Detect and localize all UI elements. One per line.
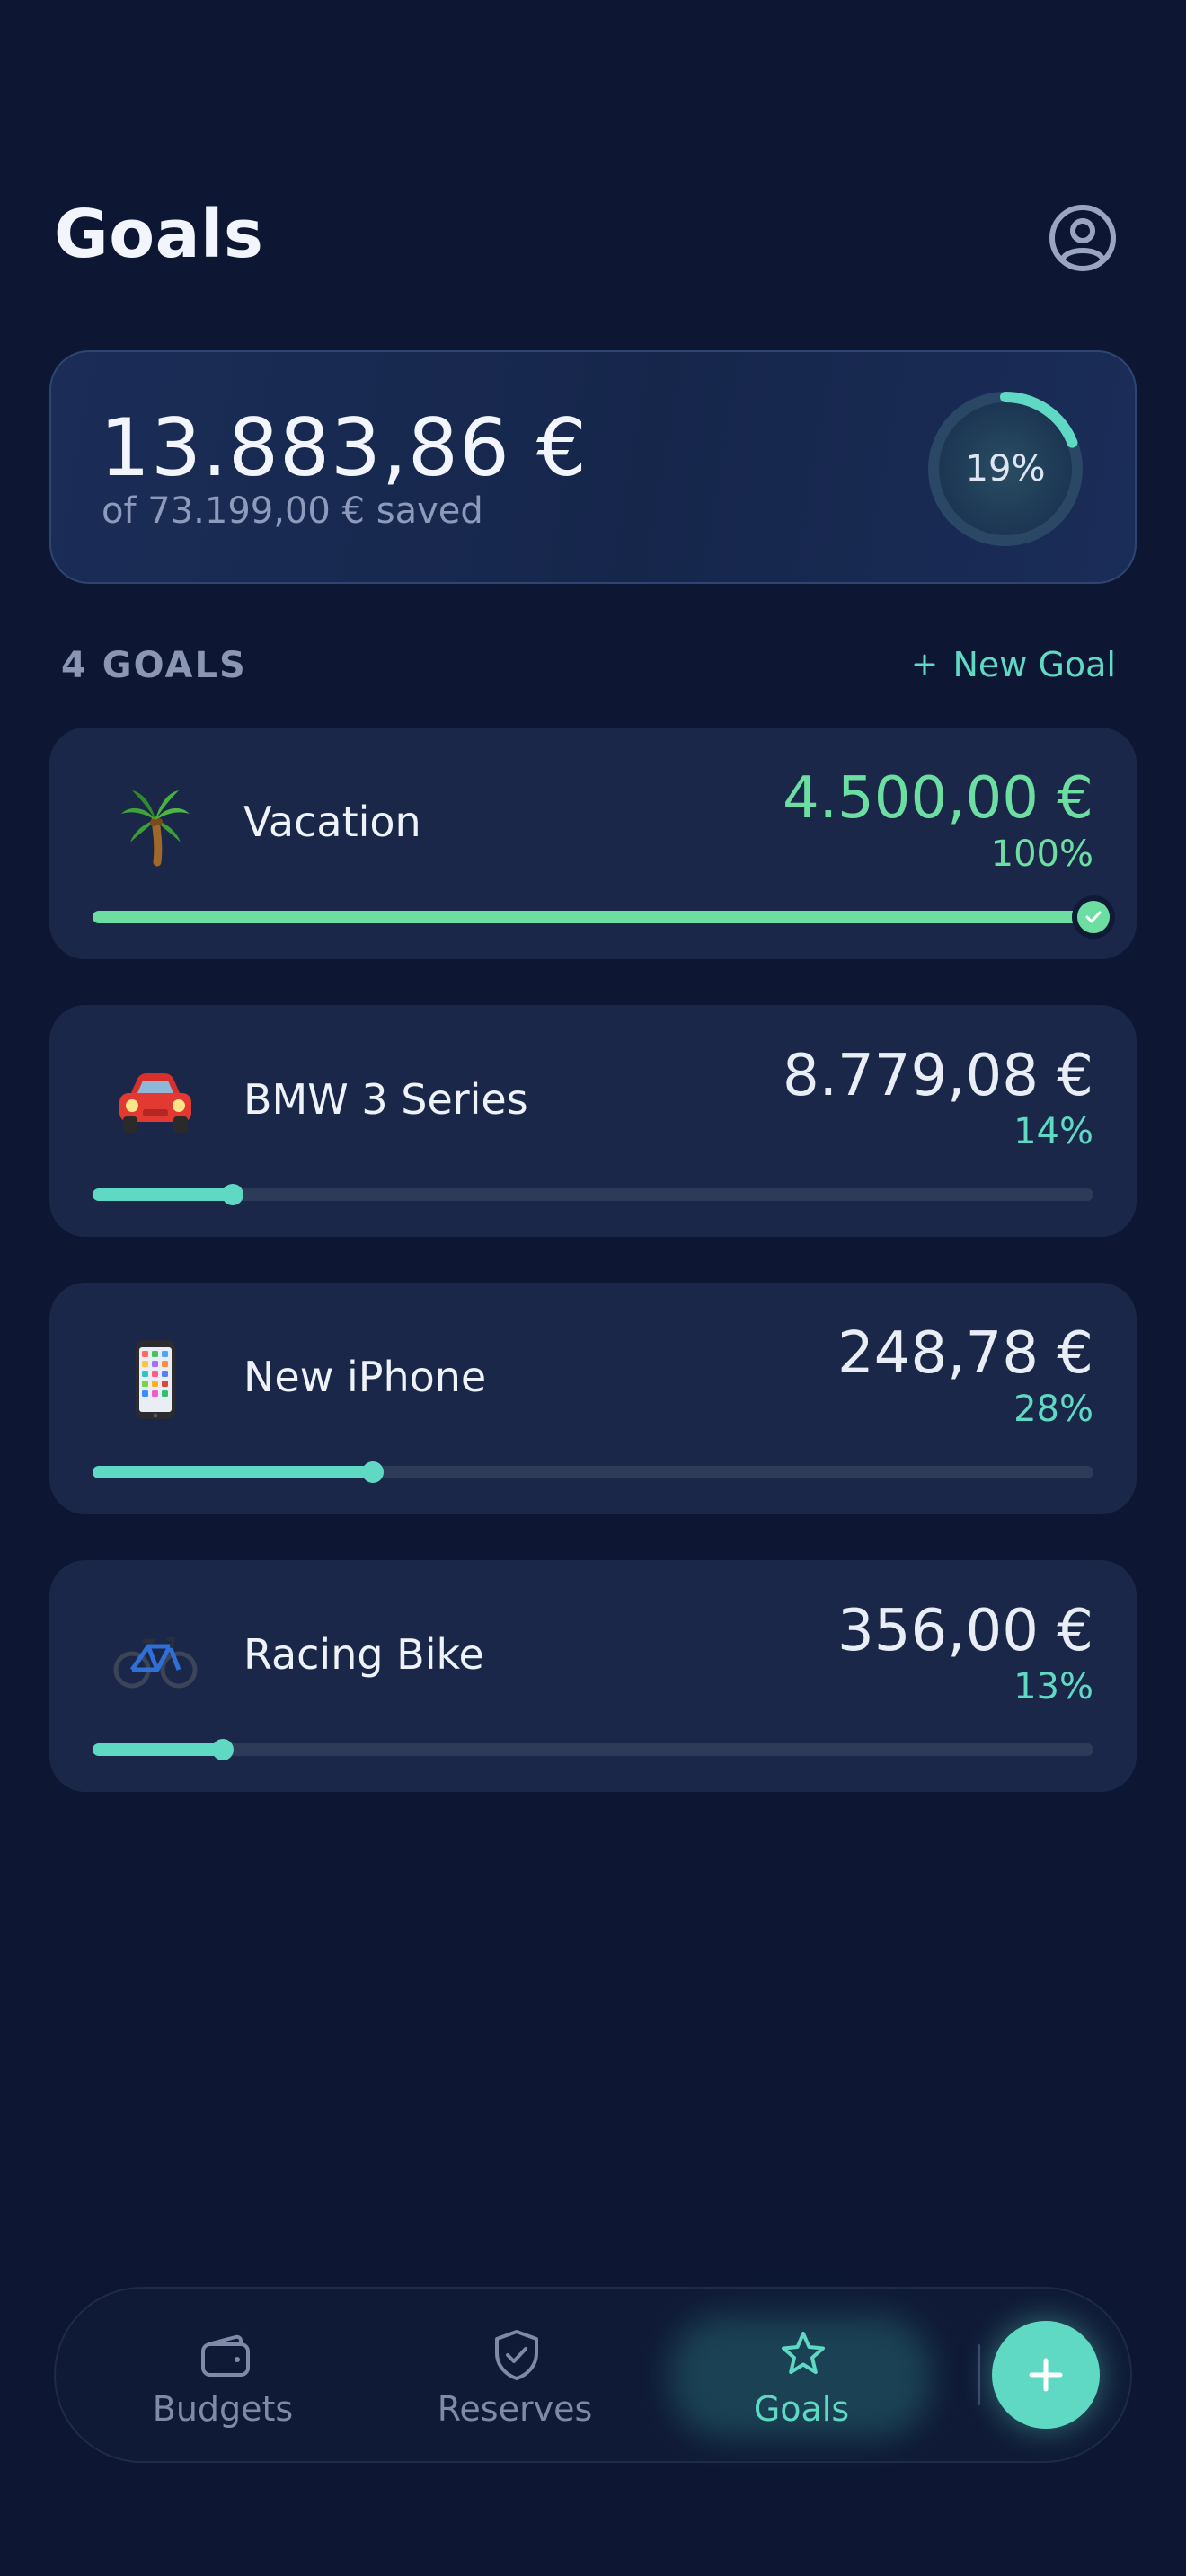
nav-item-budgets[interactable]: Budgets [88, 2289, 358, 2465]
goal-percent: 14% [1013, 1111, 1093, 1152]
add-button[interactable] [992, 2321, 1100, 2429]
palm-tree-icon [111, 780, 200, 869]
goal-card[interactable]: Racing Bike 356,00 € 13% [49, 1560, 1137, 1792]
goal-progress-fill [93, 1743, 223, 1756]
star-icon [782, 2332, 825, 2374]
goal-name: Vacation [243, 798, 421, 846]
wallet-icon [201, 2334, 250, 2377]
nav-item-goals[interactable]: Goals [667, 2289, 936, 2465]
goal-progress-fill [93, 911, 1093, 923]
overall-progress-percent: 19% [965, 448, 1046, 490]
shield-check-icon [495, 2330, 538, 2380]
goal-progress-track [93, 1461, 1093, 1483]
page-title: Goals [54, 196, 264, 273]
goal-card[interactable]: New iPhone 248,78 € 28% [49, 1283, 1137, 1514]
total-target-text: of 73.199,00 € saved [102, 490, 483, 532]
nav-item-reserves[interactable]: Reserves [380, 2289, 650, 2465]
goal-progress-track [93, 895, 1115, 939]
goal-amount: 248,78 € [837, 1320, 1093, 1387]
new-goal-label: New Goal [952, 645, 1116, 684]
phone-icon [111, 1335, 200, 1425]
bottom-nav: Budgets Reserves Goals [54, 2287, 1132, 2463]
car-icon [111, 1057, 200, 1147]
user-circle-icon [1049, 205, 1116, 271]
nav-divider [978, 2344, 980, 2405]
total-saved-amount: 13.883,86 € [100, 401, 588, 494]
goal-percent: 28% [1013, 1389, 1093, 1430]
goal-amount: 356,00 € [837, 1598, 1093, 1664]
goal-card[interactable]: Vacation 4.500,00 € 100% [49, 728, 1137, 959]
nav-label: Budgets [152, 2389, 294, 2429]
goal-progress-fill [93, 1466, 373, 1478]
goal-name: New iPhone [243, 1353, 487, 1401]
goal-progress-track [93, 1184, 1093, 1205]
goal-name: Racing Bike [243, 1630, 484, 1679]
goal-progress-knob [211, 1739, 234, 1760]
goal-percent: 13% [1013, 1666, 1093, 1707]
goal-percent: 100% [990, 834, 1093, 875]
goal-progress-track [93, 1739, 1093, 1760]
plus-icon [1029, 2358, 1063, 2392]
nav-label: Goals [753, 2389, 850, 2429]
goal-progress-knob [221, 1184, 243, 1205]
bicycle-icon [111, 1612, 200, 1702]
goal-name: BMW 3 Series [243, 1075, 528, 1124]
profile-button[interactable] [1048, 203, 1118, 273]
goal-progress-fill [93, 1188, 233, 1201]
goal-amount: 8.779,08 € [782, 1043, 1093, 1109]
goal-card[interactable]: BMW 3 Series 8.779,08 € 14% [49, 1005, 1137, 1237]
goal-complete-badge [1072, 895, 1115, 939]
plus-icon [914, 654, 935, 675]
nav-label: Reserves [437, 2389, 593, 2429]
goal-amount: 4.500,00 € [782, 765, 1093, 832]
goal-progress-knob [361, 1461, 384, 1483]
new-goal-button[interactable]: New Goal [913, 645, 1116, 684]
check-icon [1085, 911, 1102, 923]
savings-summary-card: 13.883,86 € of 73.199,00 € saved 19% [49, 350, 1137, 584]
goals-count-label: 4 GOALS [61, 645, 247, 686]
